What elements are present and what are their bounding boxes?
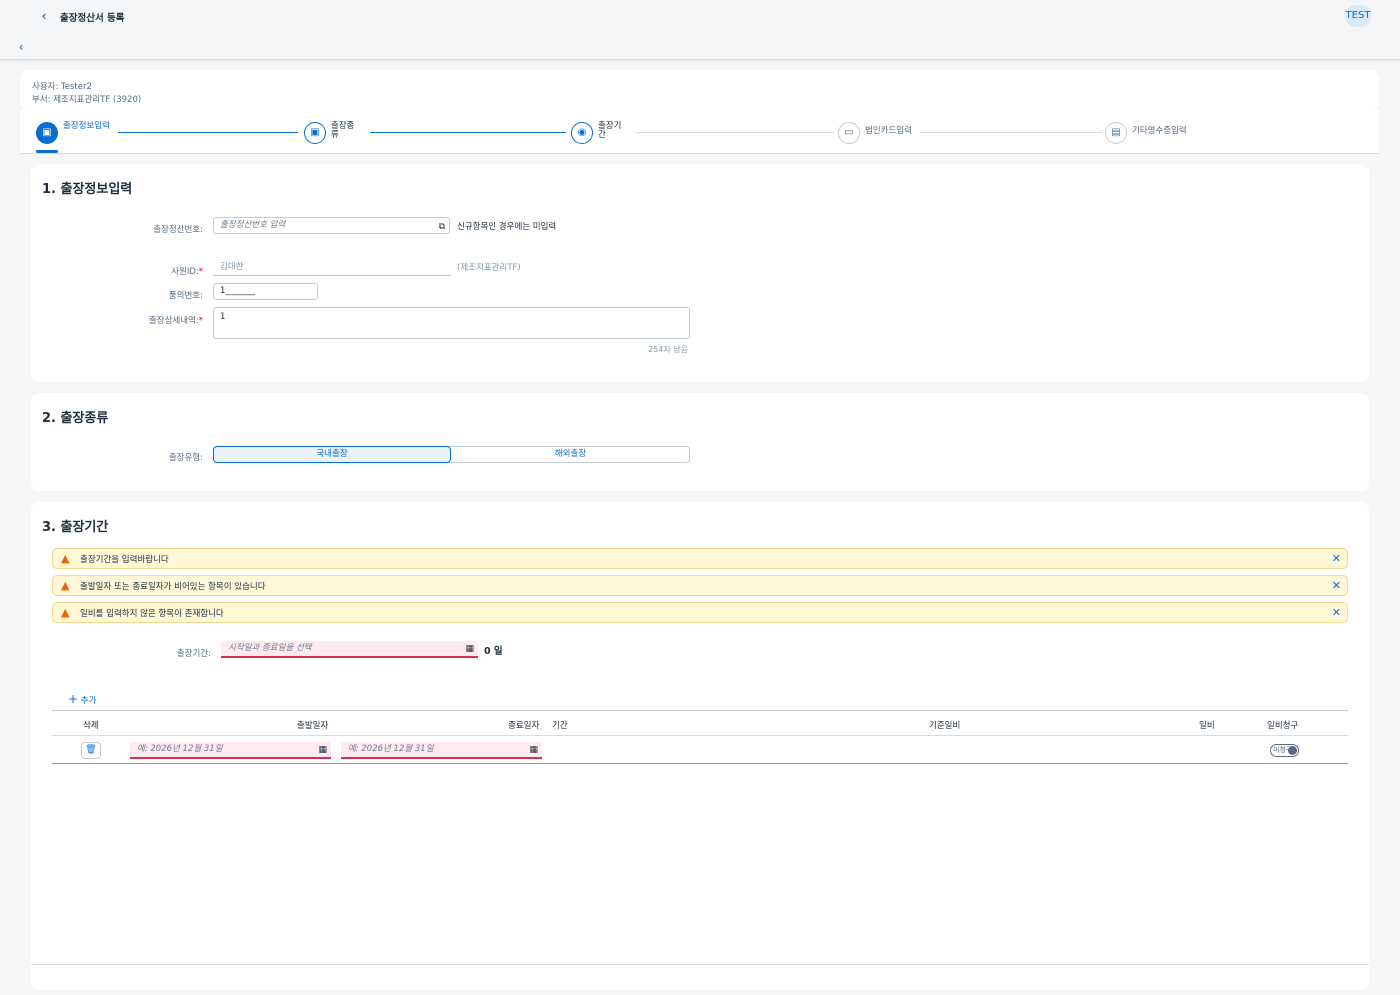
table-header: 삭제 출발일자 종료일자 기간 기준일비 일비 일비청구 (52, 711, 1348, 736)
nav-back-icon[interactable]: ‹ (15, 40, 27, 54)
table-row: 🗑 예: 2026년 12월 31일 ▦ 예: 2026년 12월 31일 ▦ … (52, 737, 1348, 764)
shell-bar: ‹ 출장정산서 등록 TEST ‹ (0, 0, 1400, 60)
briefcase-icon: ▣ (36, 122, 58, 144)
required-marker: * (198, 267, 203, 277)
warning-text: 출발일자 또는 종료일자가 비어있는 항목이 있습니다 (80, 582, 266, 592)
period-days: 0 일 (484, 646, 503, 657)
warning-icon: ▲ (61, 606, 70, 619)
calendar-icon[interactable]: ▦ (529, 743, 538, 758)
detail-label: 출장상세내역:* (121, 314, 203, 326)
receipt-icon: ▤ (1105, 122, 1127, 144)
section-title: 3. 출장기간 (42, 520, 109, 535)
col-end-date: 종료일자 (508, 721, 540, 731)
wizard-step-label: 출장기간 (598, 121, 622, 140)
start-date-placeholder: 예: 2026년 12월 31일 (137, 744, 223, 754)
col-allowance: 일비 (1199, 721, 1215, 731)
employee-id-label-text: 사원ID: (171, 267, 199, 277)
period-placeholder: 시작일과 종료일을 선택 (228, 643, 312, 653)
settlement-no-hint: 신규항목인 경우에는 미입력 (457, 222, 557, 232)
approval-no-label: 품의번호: (168, 291, 203, 301)
section-title: 1. 출장정보입력 (42, 182, 133, 197)
wizard-connector (118, 132, 298, 133)
add-icon: + (68, 692, 79, 706)
settlement-no-input[interactable]: 출장정산번호 입력 ⧉ (213, 217, 450, 234)
credit-card-icon: ▭ (838, 122, 860, 144)
warning-text: 일비를 입력하지 않은 항목이 존재합니다 (80, 609, 224, 619)
wizard-connector (636, 132, 834, 133)
active-step-indicator (36, 150, 58, 153)
claim-toggle[interactable]: 미청구 (1270, 744, 1299, 757)
start-date-input[interactable]: 예: 2026년 12월 31일 ▦ (130, 742, 331, 759)
col-start-date: 출발일자 (297, 721, 329, 731)
user-info: 사용자: Tester2 (32, 82, 92, 92)
employee-id-field: 김대한 (213, 259, 451, 276)
add-label: 추가 (80, 696, 97, 706)
wizard-progress: ▣ 출장정보입력 ▣ 출장종류 ◉ 출장기간 ▭ 법인카드입력 ▤ 기타영수증입… (20, 110, 1379, 154)
section-trip-info: 1. 출장정보입력 출장정산번호: 출장정산번호 입력 ⧉ 신규항목인 경우에는… (31, 164, 1369, 382)
settlement-no-label: 출장정산번호: (153, 225, 203, 235)
col-base-allowance: 기준일비 (929, 721, 961, 731)
wizard-connector (920, 132, 1102, 133)
settlement-no-placeholder: 출장정산번호 입력 (220, 220, 286, 230)
warning-message: ▲ 일비를 입력하지 않은 항목이 존재합니다 ✕ (52, 602, 1348, 623)
wizard-step-label: 출장정보입력 (63, 121, 110, 131)
wizard-step-label: 기타영수증입력 (1132, 126, 1187, 136)
warning-message: ▲ 출발일자 또는 종료일자가 비어있는 항목이 있습니다 ✕ (52, 575, 1348, 596)
calendar-icon[interactable]: ▦ (318, 743, 327, 758)
required-marker: * (198, 316, 203, 326)
close-icon[interactable]: ✕ (1332, 579, 1341, 592)
segment-domestic[interactable]: 국내출장 (213, 446, 451, 463)
period-table: 삭제 출발일자 종료일자 기간 기준일비 일비 일비청구 🗑 예: 2026년 … (52, 710, 1348, 766)
col-period: 기간 (552, 721, 568, 731)
detail-textarea[interactable]: 1 (213, 307, 690, 339)
period-label: 출장기간: (176, 649, 211, 659)
calendar-icon[interactable]: ▦ (465, 642, 474, 657)
detail-label-text: 출장상세내역: (148, 316, 199, 326)
section-title: 2. 출장종류 (42, 411, 109, 426)
warning-text: 출장기간을 입력바랍니다 (80, 555, 169, 565)
col-delete: 삭제 (83, 721, 99, 731)
char-counter: 254자 남음 (648, 345, 688, 354)
segment-overseas[interactable]: 해외출장 (451, 446, 690, 463)
wizard-step-label: 출장종류 (331, 121, 355, 140)
section-trip-type: 2. 출장종류 출장유형: 국내출장 해외출장 (31, 393, 1369, 491)
footer-divider (31, 964, 1369, 965)
suitcase-icon: ▣ (304, 122, 326, 144)
wizard-connector (370, 132, 566, 133)
warning-icon: ▲ (61, 579, 70, 592)
department-info: 부서: 제조지표관리TF (3920) (32, 95, 142, 105)
page-title: 출장정산서 등록 (60, 13, 125, 24)
employee-id-label: 사원ID:* (121, 265, 203, 277)
toggle-knob (1288, 746, 1297, 755)
globe-icon: ◉ (571, 122, 593, 144)
delete-icon[interactable]: 🗑 (81, 742, 101, 759)
col-claim: 일비청구 (1267, 721, 1299, 731)
close-icon[interactable]: ✕ (1332, 552, 1341, 565)
close-icon[interactable]: ✕ (1332, 606, 1341, 619)
end-date-input[interactable]: 예: 2026년 12월 31일 ▦ (341, 742, 542, 759)
period-date-range[interactable]: 시작일과 종료일을 선택 ▦ (221, 641, 478, 658)
approval-no-input[interactable]: 1_______ (213, 283, 318, 300)
end-date-placeholder: 예: 2026년 12월 31일 (348, 744, 434, 754)
warning-icon: ▲ (61, 552, 70, 565)
user-avatar[interactable]: TEST (1345, 5, 1371, 27)
section-trip-period: 3. 출장기간 ▲ 출장기간을 입력바랍니다 ✕ ▲ 출발일자 또는 종료일자가… (31, 502, 1369, 990)
employee-dept-hint: (제조지표관리TF) (457, 263, 521, 273)
object-header: 사용자: Tester2 부서: 제조지표관리TF (3920) (20, 70, 1379, 110)
add-row-button[interactable]: + 추가 (68, 692, 96, 706)
back-icon[interactable]: ‹ (38, 9, 50, 23)
trip-type-label: 출장유형: (168, 453, 203, 463)
copy-icon[interactable]: ⧉ (439, 220, 445, 235)
warning-message: ▲ 출장기간을 입력바랍니다 ✕ (52, 548, 1348, 569)
